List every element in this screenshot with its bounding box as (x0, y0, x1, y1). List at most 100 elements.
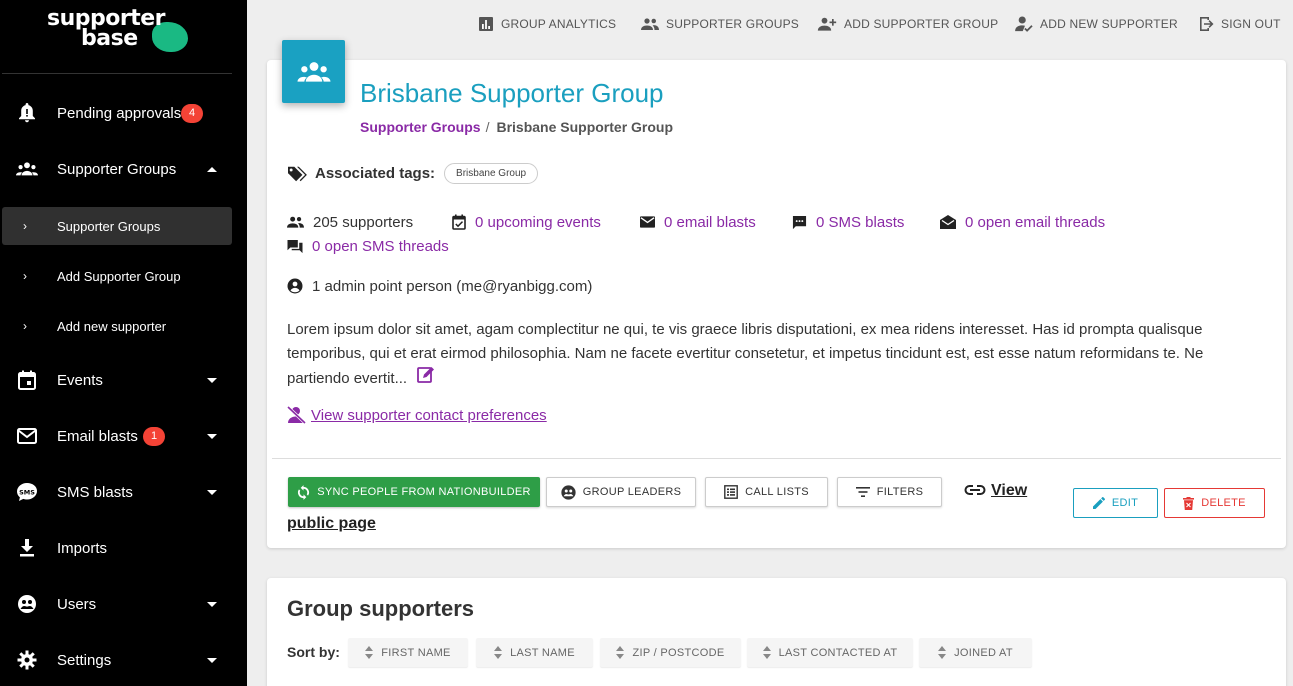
breadcrumb-link-supporter-groups[interactable]: Supporter Groups (360, 119, 481, 135)
sort-icon (762, 646, 771, 659)
forum-icon (287, 239, 303, 253)
group-leaders-button[interactable]: GROUP LEADERS (546, 477, 696, 507)
nav-add-new-supporter-label: ADD NEW SUPPORTER (1040, 17, 1178, 31)
stat-sms-blasts[interactable]: 0 SMS blasts (792, 212, 904, 232)
sign-out-icon (1200, 17, 1214, 31)
nav-sign-out-label: SIGN OUT (1221, 17, 1281, 31)
people-icon (287, 216, 304, 228)
open-email-threads-link[interactable]: 0 open email threads (965, 214, 1105, 231)
breadcrumb-separator: / (485, 119, 490, 135)
view-public-page-link[interactable]: View (991, 482, 1027, 500)
divider (272, 458, 1281, 459)
sort-joined-at-button[interactable]: JOINED AT (919, 638, 1032, 667)
edit-button[interactable]: EDIT (1073, 488, 1158, 518)
email-blasts-link[interactable]: 0 email blasts (664, 214, 756, 231)
chevron-right-icon: › (23, 319, 27, 333)
sidebar-item-pending-approvals[interactable]: Pending approvals 4 (0, 93, 247, 133)
associated-tags-label: Associated tags: (315, 165, 436, 182)
sms-icon (792, 215, 807, 229)
sidebar-subitem-add-new-supporter[interactable]: › Add new supporter (2, 307, 232, 345)
calendar-check-icon (452, 214, 466, 230)
stat-email-blasts[interactable]: 0 email blasts (640, 212, 756, 232)
email-icon (16, 425, 38, 447)
edit-label: EDIT (1111, 497, 1139, 509)
tags-icon (288, 166, 307, 181)
sort-icon (616, 646, 625, 659)
sort-last-name-button[interactable]: LAST NAME (476, 638, 593, 667)
tag-chip[interactable]: Brisbane Group (444, 163, 539, 184)
filter-icon (855, 487, 870, 497)
sms-blasts-link[interactable]: 0 SMS blasts (816, 214, 904, 231)
sidebar-subitem-label: Supporter Groups (57, 218, 161, 234)
face-icon (561, 484, 576, 500)
sidebar-item-label: Events (57, 371, 103, 389)
sort-icon (938, 646, 947, 659)
nav-group-analytics-label: GROUP ANALYTICS (501, 17, 617, 31)
nav-group-analytics[interactable]: GROUP ANALYTICS (478, 14, 616, 34)
caret-down-icon (207, 433, 217, 439)
group-add-icon (817, 17, 837, 31)
sort-zip-button[interactable]: ZIP / POSTCODE (600, 638, 741, 667)
supporters-count: 205 supporters (313, 213, 414, 231)
view-contact-preferences-label: View supporter contact preferences (311, 406, 547, 424)
sort-option-label: FIRST NAME (381, 646, 451, 659)
groups-icon (297, 61, 330, 82)
account-circle-icon (287, 278, 303, 294)
sidebar-subitem-label: Add Supporter Group (57, 268, 181, 284)
analytics-icon (479, 17, 493, 31)
sidebar-item-label: Imports (57, 539, 108, 557)
sidebar-item-settings[interactable]: Settings (0, 640, 247, 680)
sidebar-subitem-add-supporter-group[interactable]: › Add Supporter Group (2, 257, 232, 295)
sidebar-subitem-supporter-groups[interactable]: › Supporter Groups (2, 207, 232, 245)
brand-logo[interactable]: supporter base (2, 0, 232, 74)
sidebar-subitem-label: Add new supporter (57, 318, 167, 334)
call-lists-button[interactable]: CALL LISTS (705, 477, 828, 507)
sort-first-name-button[interactable]: FIRST NAME (348, 638, 468, 667)
sort-option-label: JOINED AT (954, 646, 1013, 659)
chevron-right-icon: › (23, 219, 27, 233)
delete-label: DELETE (1201, 497, 1246, 509)
sidebar-item-label: Settings (57, 651, 112, 669)
link-icon (964, 483, 986, 501)
group-supporters-card (267, 578, 1286, 686)
view-public-page-link-cont[interactable]: public page (287, 515, 376, 533)
email-icon (640, 216, 655, 228)
nav-add-new-supporter[interactable]: ADD NEW SUPPORTER (1015, 14, 1178, 34)
upcoming-events-link[interactable]: 0 upcoming events (475, 214, 601, 231)
gear-icon (16, 649, 38, 671)
stat-open-sms-threads[interactable]: 0 open SMS threads (287, 236, 449, 256)
nav-add-supporter-group[interactable]: ADD SUPPORTER GROUP (817, 14, 998, 34)
nav-add-supporter-group-label: ADD SUPPORTER GROUP (844, 17, 999, 31)
sidebar-item-imports[interactable]: Imports (0, 528, 247, 568)
sidebar: supporter base Pending approvals 4 Suppo… (0, 0, 247, 686)
sidebar-item-label: SMS blasts (57, 483, 133, 501)
group-badge (282, 40, 345, 103)
sidebar-item-users[interactable]: Users (0, 584, 247, 624)
sidebar-item-supporter-groups[interactable]: Supporter Groups (0, 149, 247, 189)
sidebar-item-sms-blasts[interactable]: SMS SMS blasts (0, 472, 247, 512)
person-check-icon (1015, 16, 1033, 32)
view-contact-preferences-link[interactable]: View supporter contact preferences (287, 406, 547, 424)
stat-open-email-threads[interactable]: 0 open email threads (940, 212, 1105, 232)
email-count-badge: 1 (143, 426, 165, 446)
sync-nationbuilder-button[interactable]: SYNC PEOPLE FROM NATIONBUILDER (288, 477, 540, 507)
sidebar-item-label: Email blasts (57, 427, 138, 445)
edit-description-icon[interactable] (417, 366, 435, 392)
nav-sign-out[interactable]: SIGN OUT (1198, 14, 1281, 34)
sidebar-item-email-blasts[interactable]: Email blasts 1 (0, 416, 247, 456)
sort-option-label: LAST CONTACTED AT (778, 646, 898, 659)
stat-upcoming-events[interactable]: 0 upcoming events (452, 212, 601, 232)
open-sms-threads-link[interactable]: 0 open SMS threads (312, 238, 449, 255)
svg-text:SMS: SMS (19, 489, 35, 497)
delete-button[interactable]: DELETE (1164, 488, 1265, 518)
sidebar-item-events[interactable]: Events (0, 360, 247, 400)
nav-supporter-groups[interactable]: SUPPORTER GROUPS (641, 14, 799, 34)
pending-count-badge: 4 (181, 103, 203, 123)
chevron-right-icon: › (23, 269, 27, 283)
sort-last-contacted-button[interactable]: LAST CONTACTED AT (747, 638, 913, 667)
sync-nationbuilder-label: SYNC PEOPLE FROM NATIONBUILDER (317, 486, 531, 498)
admin-point-person: 1 admin point person (me@ryanbigg.com) (287, 276, 592, 296)
sms-icon: SMS (16, 481, 38, 503)
filters-button[interactable]: FILTERS (837, 477, 942, 507)
person-off-icon (287, 406, 307, 424)
